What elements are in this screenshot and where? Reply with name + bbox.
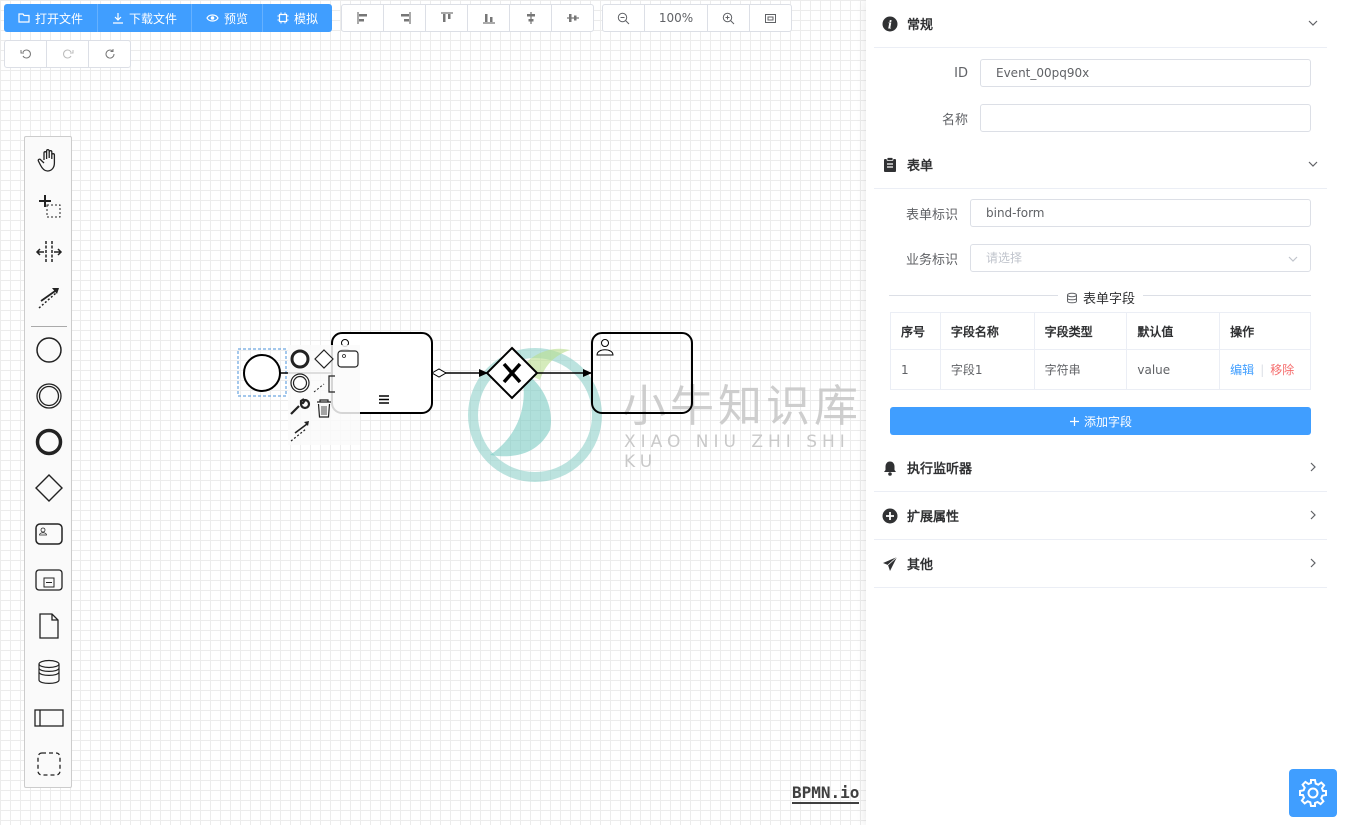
cell-index: 1 <box>890 349 941 390</box>
conditional-flow-marker-icon <box>430 368 448 378</box>
section-form-header[interactable]: 表单 <box>874 141 1327 189</box>
form-fields-table: 序号 字段名称 字段类型 默认值 操作 1 字段1 字符串 value 编辑 | 移… <box>890 312 1311 390</box>
add-field-label: 添加字段 <box>1083 414 1132 429</box>
action-separator: | <box>1260 363 1265 377</box>
cell-default: value <box>1126 349 1221 390</box>
section-general-title: 常规 <box>907 18 934 33</box>
svg-text:i: i <box>888 18 892 31</box>
section-listeners-title: 执行监听器 <box>907 462 973 477</box>
gear-icon <box>1299 779 1327 807</box>
delete-trash-icon[interactable] <box>317 399 331 418</box>
column-header-name: 字段名称 <box>939 312 1035 350</box>
form-fields-title: 表单字段 <box>1083 292 1136 307</box>
column-header-default: 默认值 <box>1126 312 1221 350</box>
bpmn-io-logo[interactable]: BPMN.io <box>792 784 860 804</box>
id-input[interactable] <box>980 59 1311 87</box>
cell-type: 字符串 <box>1033 349 1128 390</box>
table-row: 1 字段1 字符串 value 编辑 | 移除 <box>890 349 1311 390</box>
context-pad <box>288 345 360 445</box>
form-fields-divider-title: 表单字段 <box>1058 288 1144 307</box>
remove-field-link[interactable]: 移除 <box>1270 363 1294 377</box>
column-header-type: 字段类型 <box>1033 312 1128 350</box>
plus-circle-icon <box>882 508 898 524</box>
database-icon <box>1067 292 1077 303</box>
chevron-down-icon <box>1288 256 1298 262</box>
business-key-select-input[interactable] <box>970 244 1311 272</box>
append-end-event-icon[interactable] <box>290 349 310 369</box>
name-row: 名称 <box>866 104 1311 132</box>
chevron-right-icon <box>1310 510 1316 520</box>
plus-icon <box>1069 416 1079 426</box>
chevron-down-icon <box>1308 20 1318 26</box>
cell-actions: 编辑 | 移除 <box>1219 349 1311 390</box>
section-form-title: 表单 <box>907 159 934 174</box>
id-label: ID <box>954 65 968 81</box>
edit-field-link[interactable]: 编辑 <box>1230 363 1254 377</box>
section-extensions-title: 扩展属性 <box>907 510 960 525</box>
bpmn-diagram <box>237 332 693 445</box>
bell-icon <box>882 460 898 476</box>
form-key-row: 表单标识 <box>866 199 1311 227</box>
clipboard-icon <box>882 156 898 173</box>
form-key-input[interactable] <box>970 199 1311 227</box>
chevron-right-icon <box>1310 462 1316 472</box>
append-task-icon[interactable] <box>337 350 359 368</box>
info-icon: i <box>882 16 898 32</box>
business-key-label: 业务标识 <box>905 252 958 268</box>
section-others-header[interactable]: 其他 <box>874 540 1327 588</box>
settings-button[interactable] <box>1289 769 1337 817</box>
id-row: ID <box>866 59 1311 87</box>
bpmn-canvas[interactable]: 打开文件 下载文件 预览 模拟 100% 小牛知识库 XIAO NIU ZHI … <box>0 0 866 825</box>
section-general-header[interactable]: i 常规 <box>874 0 1327 48</box>
section-extensions-header[interactable]: 扩展属性 <box>874 492 1327 540</box>
section-others-title: 其他 <box>907 558 934 573</box>
column-header-actions: 操作 <box>1219 312 1311 350</box>
paper-plane-icon <box>882 556 898 572</box>
cell-name: 字段1 <box>939 349 1035 390</box>
name-input[interactable] <box>980 104 1311 132</box>
section-listeners-header[interactable]: 执行监听器 <box>874 444 1327 492</box>
business-key-row: 业务标识 <box>866 244 1311 272</box>
table-header-row: 序号 字段名称 字段类型 默认值 操作 <box>890 312 1311 350</box>
task-user-marker-icon <box>596 339 614 356</box>
append-intermediate-event-icon[interactable] <box>290 373 310 393</box>
form-key-label: 表单标识 <box>905 207 958 223</box>
chevron-right-icon <box>1310 558 1316 568</box>
add-field-button[interactable]: 添加字段 <box>890 407 1311 435</box>
start-event[interactable] <box>243 354 281 392</box>
name-label: 名称 <box>941 112 968 128</box>
column-header-index: 序号 <box>890 312 941 350</box>
business-key-select[interactable] <box>970 244 1311 272</box>
chevron-down-icon <box>1308 161 1318 167</box>
